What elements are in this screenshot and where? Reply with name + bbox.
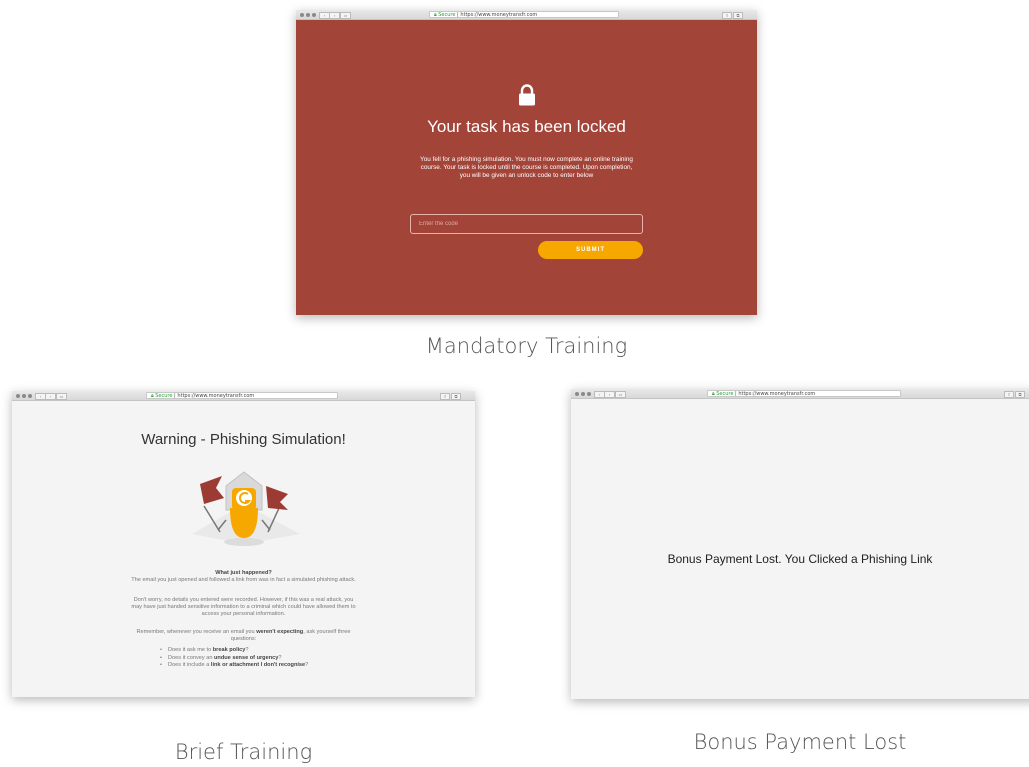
share-icon[interactable]: ⇪ [1004, 391, 1014, 398]
close-dot-icon[interactable] [300, 13, 304, 17]
unlock-code-input[interactable] [410, 214, 643, 234]
bonus-content: Bonus Payment Lost. You Clicked a Phishi… [571, 399, 1029, 699]
secure-label: Secure [155, 393, 173, 399]
tabs-icon[interactable]: ⧉ [1015, 391, 1025, 398]
warning-para-2: Don't worry, no details you entered were… [131, 597, 356, 618]
sidebar-icon[interactable]: ▭ [56, 393, 67, 400]
address-bar[interactable]: 🔒︎ Secure | https://www.moneytransfr.com [146, 392, 338, 399]
address-bar[interactable]: 🔒︎ Secure | https://www.moneytransfr.com [707, 390, 901, 397]
minimize-dot-icon[interactable] [581, 392, 585, 396]
address-bar[interactable]: 🔒︎ Secure | https://www.moneytransfr.com [429, 11, 619, 18]
zoom-dot-icon[interactable] [587, 392, 591, 396]
locked-content: Your task has been locked You fell for a… [296, 20, 757, 315]
locked-task-window: ‹ › ▭ 🔒︎ Secure | https://www.moneytrans… [296, 10, 757, 315]
phishing-warning-window: ‹ › ▭ 🔒︎ Secure | https://www.moneytrans… [12, 391, 475, 697]
forward-button[interactable]: › [329, 12, 340, 19]
warning-para-3: Remember, whenever you receive an email … [136, 629, 351, 643]
url-text: https://www.moneytransfr.com [177, 393, 255, 399]
lock-icon [519, 84, 535, 106]
url-text: https://www.moneytransfr.com [738, 391, 816, 397]
three-questions-list: Does it ask me to break policy? Does it … [160, 647, 380, 670]
forward-button[interactable]: › [45, 393, 56, 400]
tabs-icon[interactable]: ⧉ [733, 12, 743, 19]
phishing-mascot-illustration [192, 471, 300, 546]
secure-label: Secure [716, 391, 734, 397]
warning-content: Warning - Phishing Simulation! What just… [12, 401, 475, 697]
what-happened-text: The email you just opened and followed a… [131, 577, 356, 584]
browser-toolbar: ‹ › ▭ 🔒︎ Secure | https://www.moneytrans… [12, 391, 475, 401]
share-icon[interactable]: ⇪ [722, 12, 732, 19]
url-text: https://www.moneytransfr.com [460, 12, 538, 18]
minimize-dot-icon[interactable] [306, 13, 310, 17]
caption-brief-training: Brief Training [174, 740, 313, 764]
forward-button[interactable]: › [604, 391, 615, 398]
secure-label: Secure [438, 12, 456, 18]
warning-para-1: What just happened? The email you just o… [128, 570, 359, 584]
close-dot-icon[interactable] [575, 392, 579, 396]
locked-title: Your task has been locked [427, 117, 626, 136]
zoom-dot-icon[interactable] [312, 13, 316, 17]
zoom-dot-icon[interactable] [28, 394, 32, 398]
close-dot-icon[interactable] [16, 394, 20, 398]
bonus-lost-window: ‹ › ▭ 🔒︎ Secure | https://www.moneytrans… [571, 389, 1029, 699]
share-icon[interactable]: ⇪ [440, 393, 450, 400]
browser-toolbar: ‹ › ▭ 🔒︎ Secure | https://www.moneytrans… [296, 10, 757, 20]
sidebar-icon[interactable]: ▭ [340, 12, 351, 19]
caption-bonus-payment-lost: Bonus Payment Lost [693, 730, 907, 754]
list-item: Does it include a link or attachment I d… [160, 662, 380, 670]
what-happened-heading: What just happened? [215, 570, 272, 576]
bonus-lost-message: Bonus Payment Lost. You Clicked a Phishi… [667, 552, 933, 566]
locked-message: You fell for a phishing simulation. You … [420, 156, 633, 179]
list-item: Does it convey an undue sense of urgency… [160, 655, 380, 663]
sidebar-icon[interactable]: ▭ [615, 391, 626, 398]
list-item: Does it ask me to break policy? [160, 647, 380, 655]
submit-button[interactable]: SUBMIT [538, 241, 643, 259]
warning-title: Warning - Phishing Simulation! [141, 431, 346, 448]
minimize-dot-icon[interactable] [22, 394, 26, 398]
caption-mandatory-training: Mandatory Training [425, 334, 628, 358]
browser-toolbar: ‹ › ▭ 🔒︎ Secure | https://www.moneytrans… [571, 389, 1029, 399]
tabs-icon[interactable]: ⧉ [451, 393, 461, 400]
